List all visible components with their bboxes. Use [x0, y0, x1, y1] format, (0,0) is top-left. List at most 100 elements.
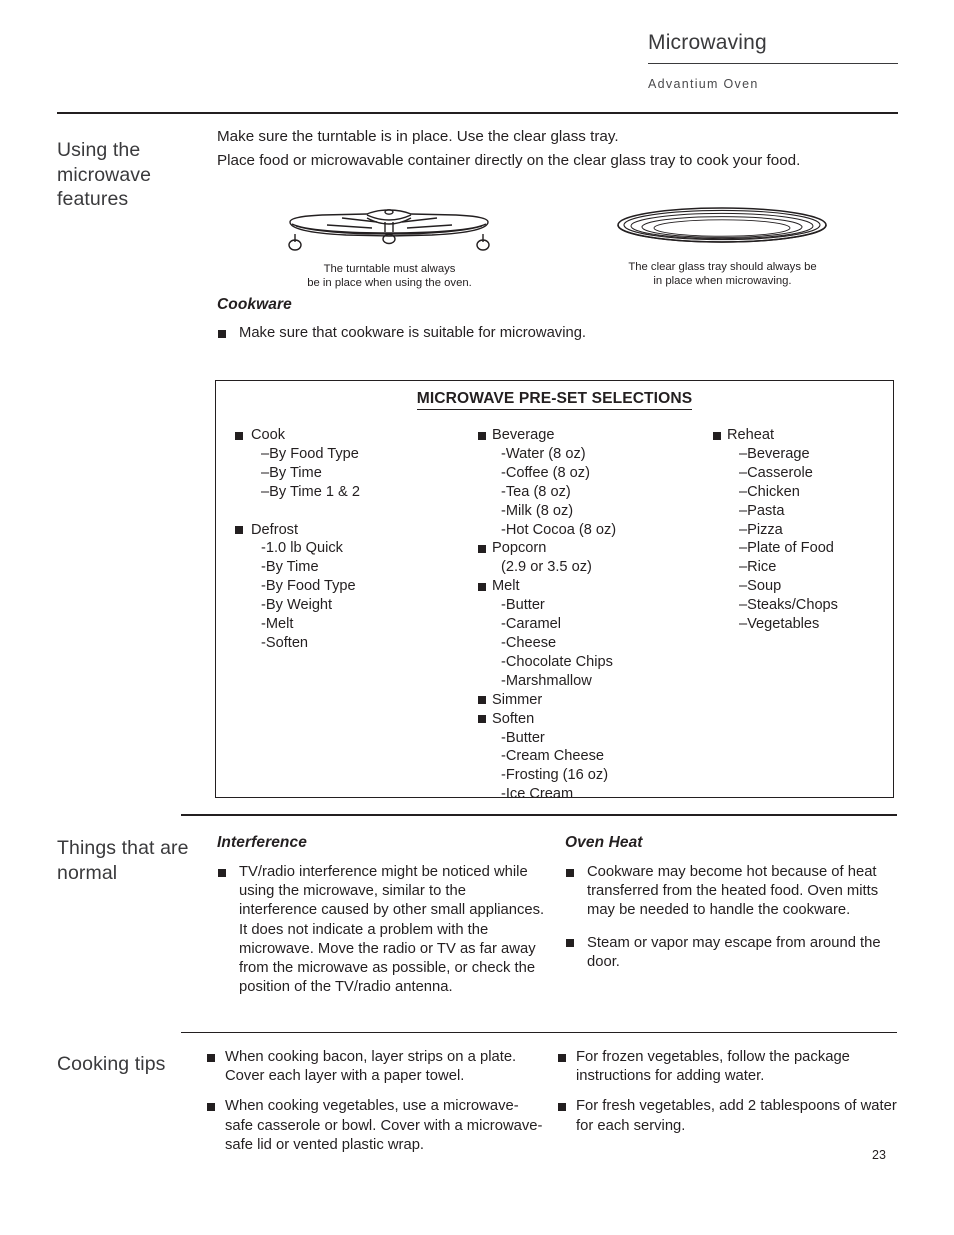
oven-heat-block: Oven Heat Cookware may become hot becaus… — [565, 834, 897, 972]
preset-option: -1.0 lb Quick — [261, 540, 343, 557]
preset-group-label: Beverage — [492, 427, 555, 443]
preset-option: –By Time 1 & 2 — [261, 483, 360, 500]
preset-option: -Marshmallow — [501, 672, 592, 689]
preset-option: -Frosting (16 oz) — [501, 767, 609, 784]
list-item: TV/radio interference might be noticed w… — [217, 863, 547, 997]
list-item-text: TV/radio interference might be noticed w… — [239, 864, 545, 996]
preset-option: –Plate of Food — [739, 540, 834, 557]
list-item-text: When cooking vegetables, use a microwave… — [225, 1098, 543, 1153]
preset-group-label: Popcorn — [492, 540, 547, 557]
square-bullet-icon — [235, 526, 243, 535]
caption-line-2: in place when microwaving. — [653, 274, 792, 287]
square-bullet-icon — [558, 1102, 566, 1111]
square-bullet-icon — [218, 868, 226, 877]
cookware-block: Cookware Make sure that cookware is suit… — [217, 296, 617, 343]
preset-option: -Soften — [261, 634, 309, 651]
list-item: Make sure that cookware is suitable for … — [217, 324, 617, 343]
header-rule-thick — [57, 112, 898, 114]
preset-option: –Beverage — [739, 445, 810, 462]
interference-heading: Interference — [217, 834, 307, 851]
list-item-text: Steam or vapor may escape from around th… — [587, 934, 881, 970]
preset-option: -Cream Cheese — [501, 748, 605, 765]
preset-option: -Ice Cream — [501, 786, 574, 803]
preset-group-heading: Cook — [233, 426, 478, 445]
page-title: Microwaving — [648, 31, 767, 54]
preset-group-heading: Popcorn — [478, 539, 713, 558]
microwave-preset-selections-box: MICROWAVE PRE-SET SELECTIONS Cook –By Foo… — [215, 380, 894, 802]
preset-option: –Vegetables — [739, 616, 820, 633]
preset-option: -Hot Cocoa (8 oz) — [501, 521, 617, 538]
things-normal-divider — [181, 814, 897, 816]
preset-group-heading: Beverage — [478, 426, 713, 445]
preset-option: -Caramel — [501, 616, 562, 633]
preset-group-label: Melt — [492, 578, 520, 595]
preset-option: –Soup — [739, 578, 782, 595]
list-item: For frozen vegetables, follow the packag… — [557, 1048, 902, 1086]
preset-option: -By Weight — [261, 597, 333, 614]
caption-line-1: The clear glass tray should always be — [628, 261, 817, 273]
list-item-text: For fresh vegetables, add 2 tablespoons … — [576, 1098, 897, 1134]
cooking-tips-right-block: For frozen vegetables, follow the packag… — [557, 1048, 902, 1147]
preset-selections-title: MICROWAVE PRE-SET SELECTIONS — [216, 390, 893, 410]
preset-column-3: Reheat –Beverage –Casserole –Chicken –Pasta –… — [713, 426, 893, 804]
cooking-tips-divider — [181, 1032, 897, 1033]
interference-block: Interference TV/radio interference might… — [217, 834, 547, 997]
list-item-text: Cookware may become hot because of heat … — [587, 864, 879, 919]
square-bullet-icon — [566, 868, 574, 877]
square-bullet-icon — [713, 431, 721, 440]
list-item: When cooking bacon, layer strips on a pl… — [206, 1048, 546, 1086]
oven-heat-bullet-list: Cookware may become hot because of heat … — [565, 863, 897, 972]
preset-group-label: Simmer — [492, 691, 543, 708]
glass-tray-illustration — [617, 207, 827, 243]
preset-group-label: Defrost — [251, 521, 299, 538]
figure-turntable-caption: The turntable must always be in place wh… — [272, 263, 507, 291]
preset-selections-title-text: MICROWAVE PRE-SET SELECTIONS — [416, 390, 693, 410]
square-bullet-icon — [207, 1053, 215, 1062]
preset-option: -By Food Type — [261, 578, 356, 595]
header-subtitle: Advantium Oven — [648, 77, 759, 91]
preset-option: –By Time — [261, 464, 322, 481]
preset-group-heading: Soften — [478, 710, 713, 729]
square-bullet-icon — [478, 715, 486, 724]
preset-group-label: Soften — [492, 710, 535, 727]
list-item: When cooking vegetables, use a microwave… — [206, 1097, 546, 1155]
square-bullet-icon — [218, 329, 226, 338]
cooking-tips-right-list: For frozen vegetables, follow the packag… — [557, 1048, 902, 1136]
interference-bullet-list: TV/radio interference might be noticed w… — [217, 863, 547, 997]
square-bullet-icon — [207, 1102, 215, 1111]
preset-option: –Rice — [739, 559, 777, 576]
square-bullet-icon — [566, 939, 574, 948]
preset-option: -Coffee (8 oz) — [501, 464, 590, 481]
preset-option: -Chocolate Chips — [501, 653, 613, 670]
list-item-text: Make sure that cookware is suitable for … — [239, 325, 587, 341]
preset-column-2: Beverage -Water (8 oz) -Coffee (8 oz) -Tea … — [478, 426, 713, 804]
intro-line-2: Place food or microwavable container dir… — [217, 151, 801, 169]
preset-option: –Steaks/Chops — [739, 597, 838, 614]
list-item: Cookware may become hot because of heat … — [565, 863, 897, 921]
manual-page: Microwaving Advantium Oven Using the mic… — [0, 0, 954, 1235]
turntable-illustration — [288, 209, 490, 251]
cookware-heading: Cookware — [217, 296, 292, 313]
preset-column-1: Cook –By Food Type –By Time –By Time 1 & 2 D… — [233, 426, 478, 804]
preset-option: -By Time — [261, 559, 319, 576]
intro-paragraph: Make sure the turntable is in place. Use… — [217, 126, 877, 173]
caption-line-1: The turntable must always — [323, 263, 456, 275]
preset-option: –Pasta — [739, 502, 785, 519]
square-bullet-icon — [478, 696, 486, 705]
square-bullet-icon — [478, 431, 486, 440]
preset-option: (2.9 or 3.5 oz) — [501, 559, 592, 576]
preset-option: –Pizza — [739, 521, 783, 538]
oven-heat-heading: Oven Heat — [565, 834, 643, 851]
preset-selections-columns: Cook –By Food Type –By Time –By Time 1 & 2 D… — [216, 426, 893, 804]
caption-line-2: be in place when using the oven. — [307, 276, 472, 289]
preset-option: -Butter — [501, 729, 545, 746]
preset-group-heading: Reheat — [713, 426, 893, 445]
cooking-tips-left-block: When cooking bacon, layer strips on a pl… — [206, 1048, 546, 1166]
page-header: Microwaving Advantium Oven — [648, 30, 898, 91]
figure-glass-tray-caption: The clear glass tray should always be in… — [601, 261, 844, 289]
preset-option: –Chicken — [739, 483, 800, 500]
square-bullet-icon — [478, 544, 486, 553]
preset-option: -Melt — [261, 616, 294, 633]
figure-turntable: The turntable must always be in place wh… — [272, 206, 507, 291]
preset-group-heading: Defrost — [233, 521, 478, 540]
